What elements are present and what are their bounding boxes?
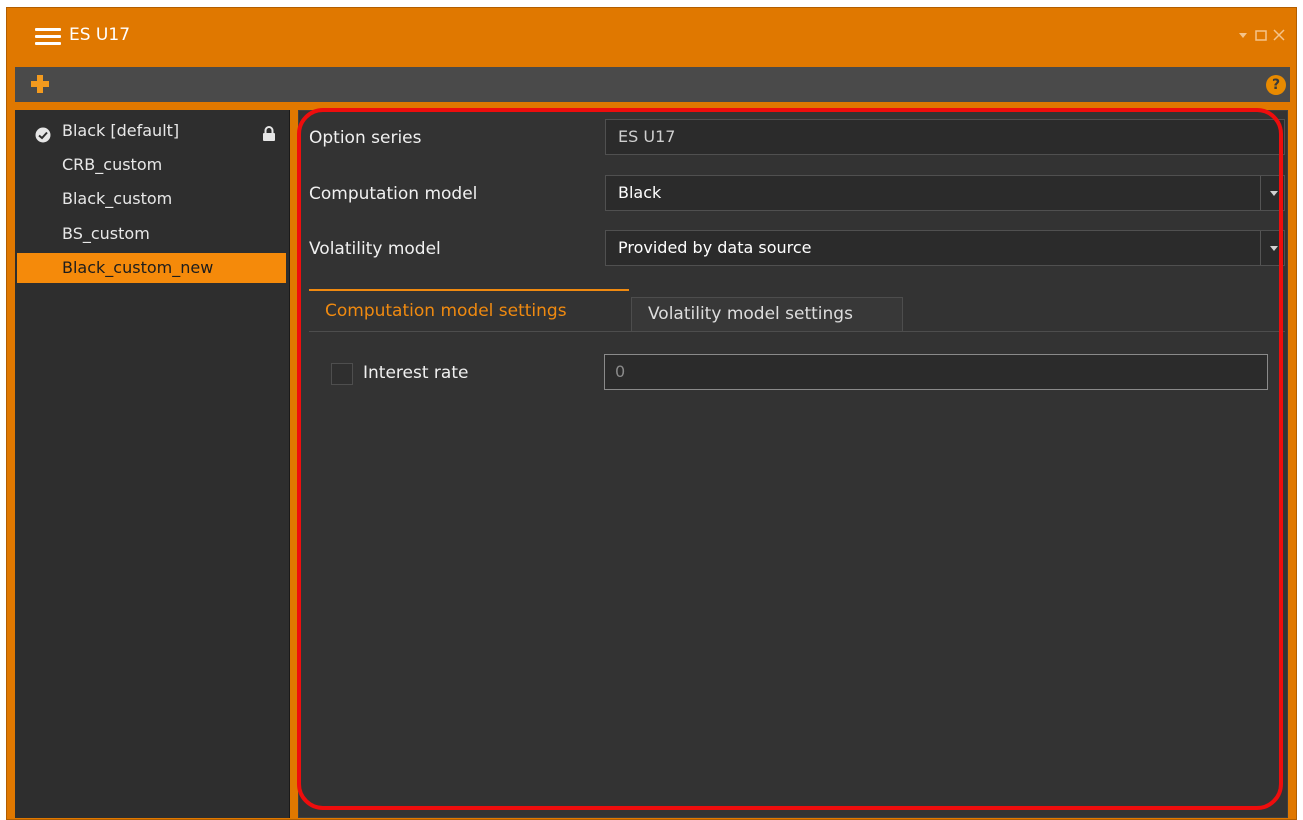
- dropdown-arrow-icon[interactable]: [1260, 231, 1284, 265]
- computation-model-select[interactable]: Black: [605, 175, 1285, 211]
- title-bar: ES U17: [7, 8, 1296, 64]
- tab-divider: [309, 331, 1285, 332]
- check-circle-icon: [35, 123, 51, 143]
- window-title: ES U17: [69, 25, 131, 45]
- close-icon[interactable]: [1272, 27, 1286, 41]
- app-window: ES U17 ? Black [default] CRB_custom Blac…: [6, 7, 1297, 820]
- toolbar: ?: [15, 67, 1290, 102]
- plus-icon[interactable]: [29, 73, 51, 95]
- computation-model-label: Computation model: [309, 184, 478, 204]
- settings-tabs: Computation model settings Volatility mo…: [309, 289, 1289, 332]
- model-list-item-label: Black_custom_new: [62, 258, 214, 277]
- model-list-item-label: BS_custom: [62, 224, 150, 243]
- model-list-item-black-default[interactable]: Black [default]: [15, 116, 290, 146]
- interest-rate-checkbox[interactable]: [331, 363, 353, 385]
- model-list-item-label: Black [default]: [62, 121, 180, 140]
- option-series-label: Option series: [309, 128, 422, 148]
- tab-volatility-model-settings[interactable]: Volatility model settings: [631, 297, 903, 332]
- interest-rate-label: Interest rate: [363, 363, 469, 383]
- model-list-item-black-custom-new[interactable]: Black_custom_new: [17, 253, 286, 283]
- chevron-down-icon[interactable]: [1236, 27, 1250, 41]
- tab-computation-model-settings[interactable]: Computation model settings: [309, 289, 629, 331]
- window-controls: [1236, 27, 1286, 41]
- model-list-item-label: Black_custom: [62, 189, 173, 208]
- model-settings-panel: Option series ES U17 Computation model B…: [298, 110, 1288, 818]
- volatility-model-label: Volatility model: [309, 239, 441, 259]
- volatility-model-value: Provided by data source: [618, 238, 812, 257]
- model-list-item-black-custom[interactable]: Black_custom: [15, 184, 290, 214]
- volatility-model-select[interactable]: Provided by data source: [605, 230, 1285, 266]
- model-list-item-crb-custom[interactable]: CRB_custom: [15, 150, 290, 180]
- help-icon[interactable]: ?: [1266, 75, 1286, 95]
- menu-icon[interactable]: [35, 28, 61, 46]
- model-list-item-bs-custom[interactable]: BS_custom: [15, 219, 290, 249]
- computation-model-value: Black: [618, 183, 662, 202]
- interest-rate-input[interactable]: 0: [604, 354, 1268, 390]
- option-series-field: ES U17: [605, 119, 1285, 155]
- model-list: Black [default] CRB_custom Black_custom …: [15, 110, 290, 818]
- dropdown-arrow-icon[interactable]: [1260, 176, 1284, 210]
- model-list-item-label: CRB_custom: [62, 155, 163, 174]
- lock-icon: [262, 122, 276, 141]
- maximize-icon[interactable]: [1254, 27, 1268, 41]
